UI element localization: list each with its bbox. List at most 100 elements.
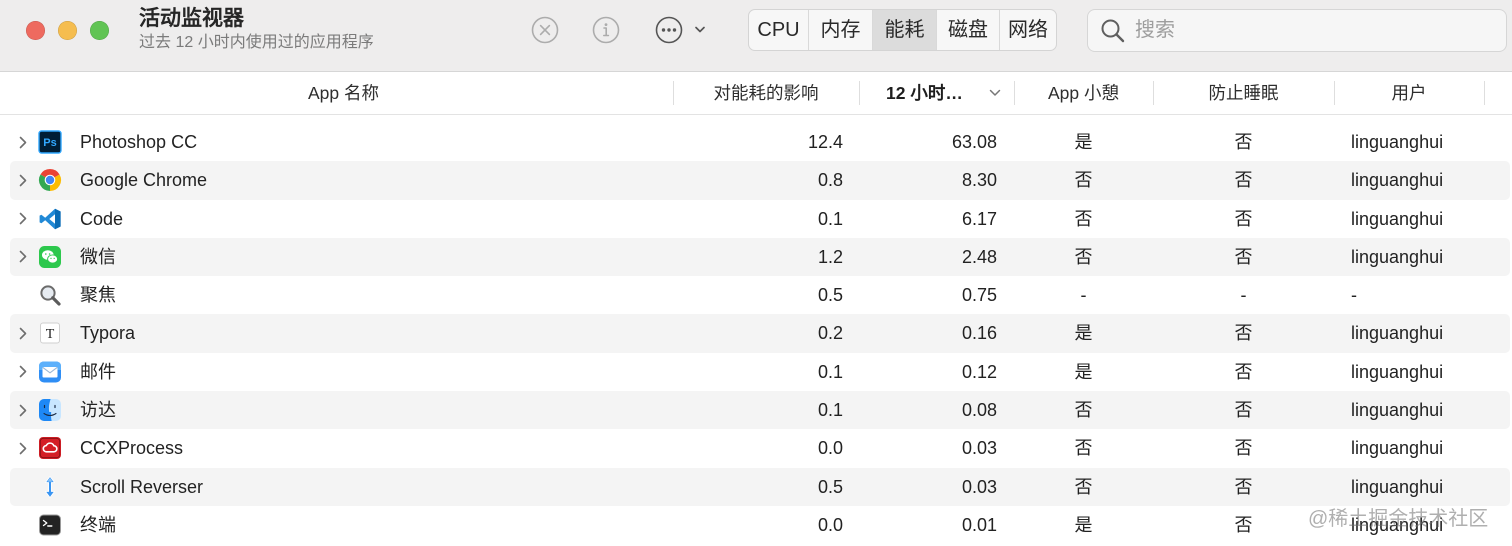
energy-impact-value: 12.4 — [807, 132, 843, 152]
column-header-app-nap[interactable]: App 小憩 — [1014, 72, 1153, 114]
energy-impact-value: 0.1 — [817, 361, 843, 382]
user-value: linguanghui — [1351, 246, 1444, 267]
column-divider[interactable] — [1014, 81, 1015, 105]
toolbar: 活动监视器 过去 12 小时内使用过的应用程序 CPU 内存 能耗 磁盘 网络 … — [0, 0, 1512, 72]
energy-impact-value: 0.5 — [817, 476, 843, 497]
finder-icon — [38, 398, 62, 422]
column-header-prevent-sleep[interactable]: 防止睡眠 — [1153, 72, 1334, 114]
prevent-sleep-value: 否 — [1234, 246, 1253, 267]
energy-12h-value: 0.03 — [961, 476, 997, 497]
prevent-sleep-value: 否 — [1234, 361, 1253, 382]
column-divider[interactable] — [1484, 81, 1485, 105]
chevron-right-icon[interactable] — [18, 365, 28, 378]
energy-12h-value: 8.30 — [961, 170, 997, 191]
table-row[interactable]: 邮件 0.1 0.12 是 否 linguanghui — [0, 353, 1512, 391]
tab-energy[interactable]: 能耗 — [872, 10, 936, 50]
typora-icon: T — [38, 321, 62, 345]
spotlight-icon — [38, 283, 62, 307]
app-name: 微信 — [80, 246, 116, 267]
chevron-down-icon — [695, 26, 705, 33]
app-name: Photoshop CC — [80, 132, 198, 152]
app-name: 访达 — [80, 400, 116, 421]
close-window-button[interactable] — [25, 20, 45, 40]
window-subtitle: 过去 12 小时内使用过的应用程序 — [139, 34, 374, 51]
column-divider[interactable] — [859, 81, 860, 105]
prevent-sleep-value: 否 — [1234, 208, 1253, 229]
user-value: linguanghui — [1351, 132, 1444, 152]
energy-12h-value: 0.01 — [961, 514, 997, 535]
tab-cpu[interactable]: CPU — [749, 10, 808, 50]
scroll-reverser-icon — [38, 475, 62, 499]
app-name: Scroll Reverser — [80, 476, 204, 497]
energy-12h-value: 0.08 — [961, 400, 997, 421]
chevron-right-icon[interactable] — [18, 174, 28, 187]
logo-lettering: T — [46, 327, 55, 342]
inspect-process-button[interactable] — [591, 15, 621, 45]
tab-network[interactable]: 网络 — [999, 10, 1056, 50]
user-value: linguanghui — [1351, 400, 1444, 421]
vscode-icon — [38, 207, 62, 231]
stop-process-icon — [531, 16, 559, 44]
prevent-sleep-value: 否 — [1234, 476, 1253, 497]
energy-12h-value: 0.03 — [961, 438, 997, 459]
table-row[interactable]: 微信 1.2 2.48 否 否 linguanghui — [0, 237, 1512, 277]
table-row[interactable]: 终端 0.0 0.01 是 否 linguanghui — [0, 506, 1512, 544]
minimize-window-button[interactable] — [57, 20, 77, 40]
app-nap-value: 否 — [1074, 170, 1093, 191]
column-header-app-name[interactable]: App 名称 — [14, 72, 673, 114]
view-tabs: CPU 内存 能耗 磁盘 网络 — [748, 9, 1057, 51]
table-row[interactable]: 访达 0.1 0.08 否 否 linguanghui — [0, 391, 1512, 430]
table-row[interactable]: Code 0.1 6.17 否 否 linguanghui — [0, 200, 1512, 238]
energy-impact-value: 0.8 — [817, 170, 843, 191]
column-header-energy-impact[interactable]: 对能耗的影响 — [673, 72, 859, 114]
column-divider[interactable] — [1153, 81, 1154, 105]
chevron-right-icon[interactable] — [18, 212, 28, 225]
table-row[interactable]: Ps Photoshop CC 12.4 63.08 是 否 linguanghui — [0, 123, 1512, 161]
chevron-right-icon[interactable] — [18, 442, 28, 455]
table-row[interactable]: Scroll Reverser 0.5 0.03 否 否 linguanghui — [0, 467, 1512, 507]
search-field[interactable] — [1087, 9, 1507, 52]
chevron-right-icon[interactable] — [18, 250, 28, 263]
energy-12h-value: 0.16 — [961, 323, 997, 344]
energy-impact-value: 0.1 — [817, 400, 843, 421]
stop-process-button[interactable] — [530, 15, 560, 45]
table-row[interactable]: CCXProcess 0.0 0.03 否 否 linguanghui — [0, 429, 1512, 467]
search-input[interactable] — [1135, 10, 1495, 51]
table-row[interactable]: T Typora 0.2 0.16 是 否 linguanghui — [0, 314, 1512, 354]
tab-disk[interactable]: 磁盘 — [936, 10, 999, 50]
app-nap-value: 否 — [1074, 476, 1093, 497]
user-value: linguanghui — [1351, 514, 1444, 535]
user-value: linguanghui — [1351, 361, 1444, 382]
more-actions-button[interactable] — [654, 15, 710, 45]
app-name: 邮件 — [80, 361, 116, 382]
energy-impact-value: 0.1 — [817, 208, 843, 229]
window-title: 活动监视器 — [139, 7, 244, 30]
app-nap-value: 否 — [1074, 208, 1093, 229]
energy-12h-value: 6.17 — [961, 208, 997, 229]
prevent-sleep-value: 否 — [1234, 400, 1253, 421]
zoom-window-button[interactable] — [89, 20, 109, 40]
column-divider[interactable] — [1334, 81, 1335, 105]
user-value: - — [1351, 285, 1357, 306]
energy-12h-value: 0.75 — [961, 285, 997, 306]
column-header-12-hour-power[interactable]: 12 小时… — [859, 72, 1014, 114]
prevent-sleep-value: 否 — [1234, 438, 1253, 459]
chevron-right-icon[interactable] — [18, 404, 28, 417]
app-name: Typora — [80, 323, 136, 344]
energy-12h-value: 0.12 — [961, 361, 997, 382]
chevron-right-icon[interactable] — [18, 136, 28, 149]
app-name: CCXProcess — [80, 438, 184, 459]
prevent-sleep-value: 否 — [1234, 514, 1253, 535]
table-row[interactable]: 聚焦 0.5 0.75 - - - — [0, 276, 1512, 314]
activity-monitor-window: 活动监视器 过去 12 小时内使用过的应用程序 CPU 内存 能耗 磁盘 网络 … — [0, 0, 1512, 546]
app-name: Code — [80, 208, 124, 229]
tab-memory[interactable]: 内存 — [808, 10, 872, 50]
column-divider[interactable] — [673, 81, 674, 105]
table-row[interactable]: Google Chrome 0.8 8.30 否 否 linguanghui — [0, 161, 1512, 200]
user-value: linguanghui — [1351, 438, 1444, 459]
app-nap-value: 否 — [1074, 438, 1093, 459]
column-header-user[interactable]: 用户 — [1334, 72, 1484, 114]
column-header-label: 12 小时… — [886, 83, 963, 103]
chevron-right-icon[interactable] — [18, 327, 28, 340]
process-list: Ps Photoshop CC 12.4 63.08 是否 linguanghui Goog… — [0, 123, 1512, 544]
